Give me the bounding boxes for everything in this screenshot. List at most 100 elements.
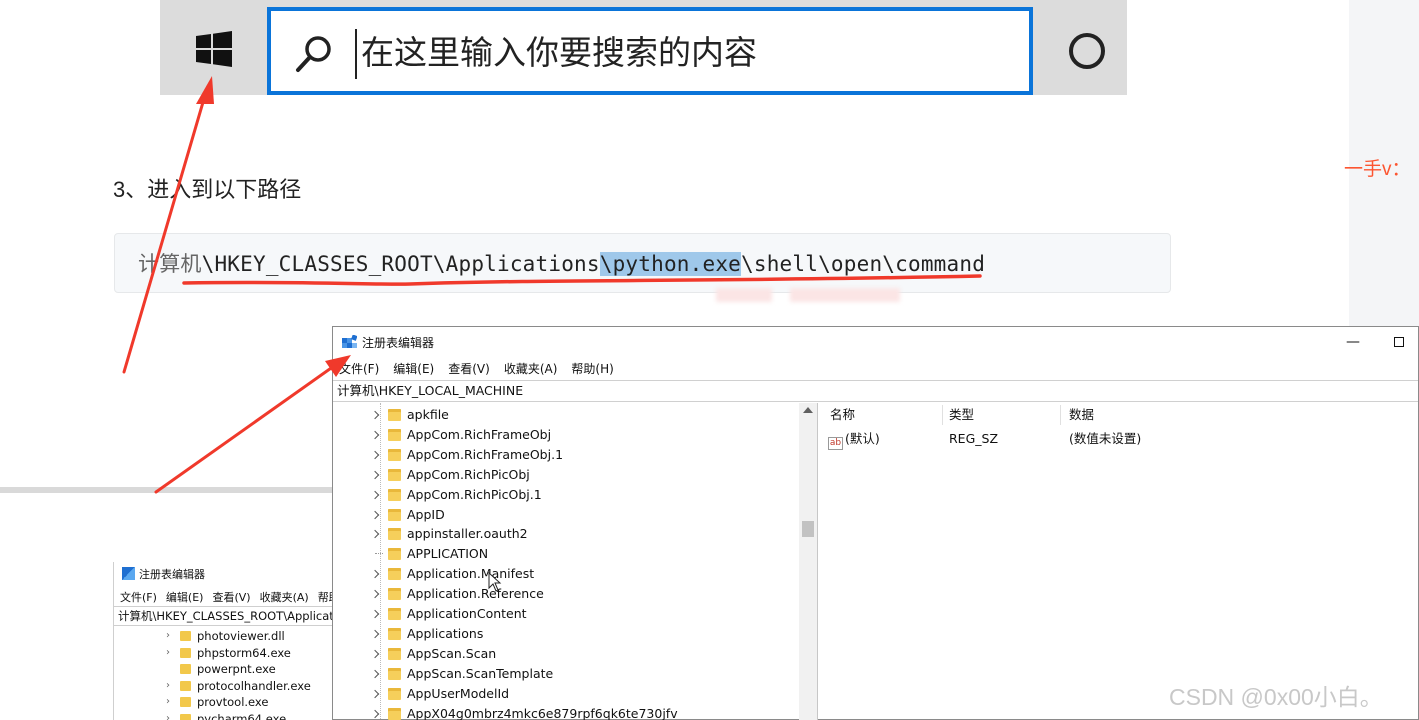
column-header-data[interactable]: 数据 [1069,405,1094,425]
small-menu-edit[interactable]: 编辑(E) [166,591,204,604]
small-menu-view[interactable]: 查看(V) [212,591,250,604]
small-tree-item-label: pycharm64.exe [197,711,287,720]
maximize-button[interactable] [1381,329,1417,355]
expand-chevron-icon[interactable] [371,624,381,644]
expand-chevron-icon[interactable] [371,604,381,624]
cortana-icon[interactable] [1069,33,1105,69]
expand-chevron-icon[interactable] [371,584,381,604]
expand-chevron-icon[interactable] [371,445,381,465]
tree-item[interactable]: ApplicationContent [333,604,803,624]
tree-item[interactable]: AppCom.RichFrameObj [333,425,803,445]
folder-icon [180,713,191,720]
tree-item-label: AppScan.Scan [407,645,497,661]
folder-icon [388,508,401,521]
column-separator [942,405,943,425]
tree-item-label: AppCom.RichPicObj.1 [407,486,542,502]
folder-icon [388,568,401,581]
address-bar[interactable]: 计算机\HKEY_LOCAL_MACHINE [333,380,1418,402]
small-tree-item-label: protocolhandler.exe [197,678,311,693]
expand-chevron-icon[interactable] [371,425,381,445]
column-header-type[interactable]: 类型 [949,405,974,425]
tree-item[interactable]: AppCom.RichPicObj.1 [333,485,803,505]
blurred-text [716,288,772,302]
expand-chevron-icon[interactable]: › [166,645,170,662]
expand-chevron-icon[interactable] [371,505,381,525]
expand-chevron-icon[interactable] [371,664,381,684]
expand-chevron-icon[interactable]: › [166,711,170,720]
tree-item[interactable]: AppCom.RichPicObj [333,465,803,485]
expand-chevron-icon[interactable] [371,465,381,485]
small-menu-file[interactable]: 文件(F) [120,591,157,604]
expand-chevron-icon[interactable] [371,405,381,425]
tree-item-label: APPLICATION [407,546,489,562]
path-part-2: \shell\open\command [741,252,986,276]
expand-chevron-icon[interactable] [371,704,381,720]
search-placeholder: 在这里输入你要搜索的内容 [361,33,757,72]
blurred-text [790,288,900,302]
tree-item-label: Application.Manifest [407,566,535,582]
folder-icon [180,697,191,707]
expand-chevron-icon[interactable] [371,564,381,584]
folder-icon [388,608,401,620]
tree-item[interactable]: AppCom.RichFrameObj.1 [333,445,803,465]
tree-item[interactable]: APPLICATION [333,544,803,564]
tree-item[interactable]: Application.Reference [333,584,803,604]
tree-item[interactable]: AppScan.ScanTemplate [333,664,803,684]
small-tree-item[interactable]: › provtool.exe [114,694,338,711]
folder-icon [388,667,401,680]
tree-item[interactable]: AppScan.Scan [333,644,803,664]
folder-icon [388,528,401,541]
menu-help[interactable]: 帮助(H) [571,362,613,376]
tree-scrollbar[interactable] [799,403,817,720]
tree-item[interactable]: Applications [333,624,803,644]
tree-item-label: Applications [407,625,484,641]
small-tree-item[interactable]: powerpnt.exe [114,661,338,678]
menu-file[interactable]: 文件(F) [339,362,379,376]
small-registry-address[interactable]: 计算机\HKEY_CLASSES_ROOT\Applications [114,606,338,626]
tree-item-label: appinstaller.oauth2 [407,526,528,542]
windows-logo-icon[interactable] [196,31,232,67]
expand-chevron-icon[interactable]: › [166,678,170,695]
folder-icon [388,627,401,640]
scroll-up-icon[interactable] [803,407,813,413]
tree-item[interactable]: AppUserModelId [333,684,803,704]
small-tree-item[interactable]: › photoviewer.dll [114,628,338,645]
expand-chevron-icon[interactable] [371,485,381,505]
expand-chevron-icon[interactable]: › [166,628,170,645]
menu-view[interactable]: 查看(V) [448,362,490,376]
menu-favorites[interactable]: 收藏夹(A) [504,362,558,376]
folder-icon [388,488,401,501]
folder-icon [388,468,401,481]
small-registry-menu: 文件(F) 编辑(E) 查看(V) 收藏夹(A) 帮助 [120,589,338,605]
tree-item-label: AppX04g0mbrz4mkc6e879rpf6qk6te730jfv [407,705,678,720]
expand-chevron-icon[interactable]: › [166,694,170,711]
small-menu-favorites[interactable]: 收藏夹(A) [260,591,309,604]
small-tree-item[interactable]: › protocolhandler.exe [114,678,338,695]
taskbar-search-box[interactable]: 在这里输入你要搜索的内容 [267,7,1033,95]
expand-chevron-icon[interactable] [371,684,381,704]
column-header-name[interactable]: 名称 [830,405,855,425]
folder-icon [388,687,401,700]
tree-item[interactable]: AppX04g0mbrz4mkc6e879rpf6qk6te730jfv [333,704,803,720]
folder-icon [388,588,401,601]
value-name-text: (默认) [845,431,880,446]
values-pane[interactable]: 名称 类型 数据 ab (默认) REG_SZ (数值未设置) [820,403,1419,720]
expand-chevron-icon[interactable] [371,644,381,664]
minimize-button[interactable]: — [1333,329,1373,355]
menu-edit[interactable]: 编辑(E) [393,362,434,376]
path-part-1: \HKEY_CLASSES_ROOT\Applications [201,252,600,276]
small-tree-item-label: phpstorm64.exe [197,645,291,660]
small-tree-item[interactable]: › phpstorm64.exe [114,645,338,662]
expand-chevron-icon[interactable] [371,524,381,544]
registry-app-icon [342,335,357,348]
tree-item[interactable]: appinstaller.oauth2 [333,524,803,544]
value-name[interactable]: ab (默认) [828,429,880,450]
tree-item[interactable]: apkfile [333,405,803,425]
scroll-thumb[interactable] [802,521,814,537]
arrow-to-file-menu [154,364,336,494]
small-registry-title-text: 注册表编辑器 [139,568,205,581]
small-tree-item[interactable]: › pycharm64.exe [114,711,338,720]
registry-tree-pane[interactable]: apkfile AppCom.RichFrameObj AppCom.RichFra… [333,403,818,720]
tree-item[interactable]: Application.Manifest [333,564,803,584]
tree-item[interactable]: AppID [333,505,803,525]
